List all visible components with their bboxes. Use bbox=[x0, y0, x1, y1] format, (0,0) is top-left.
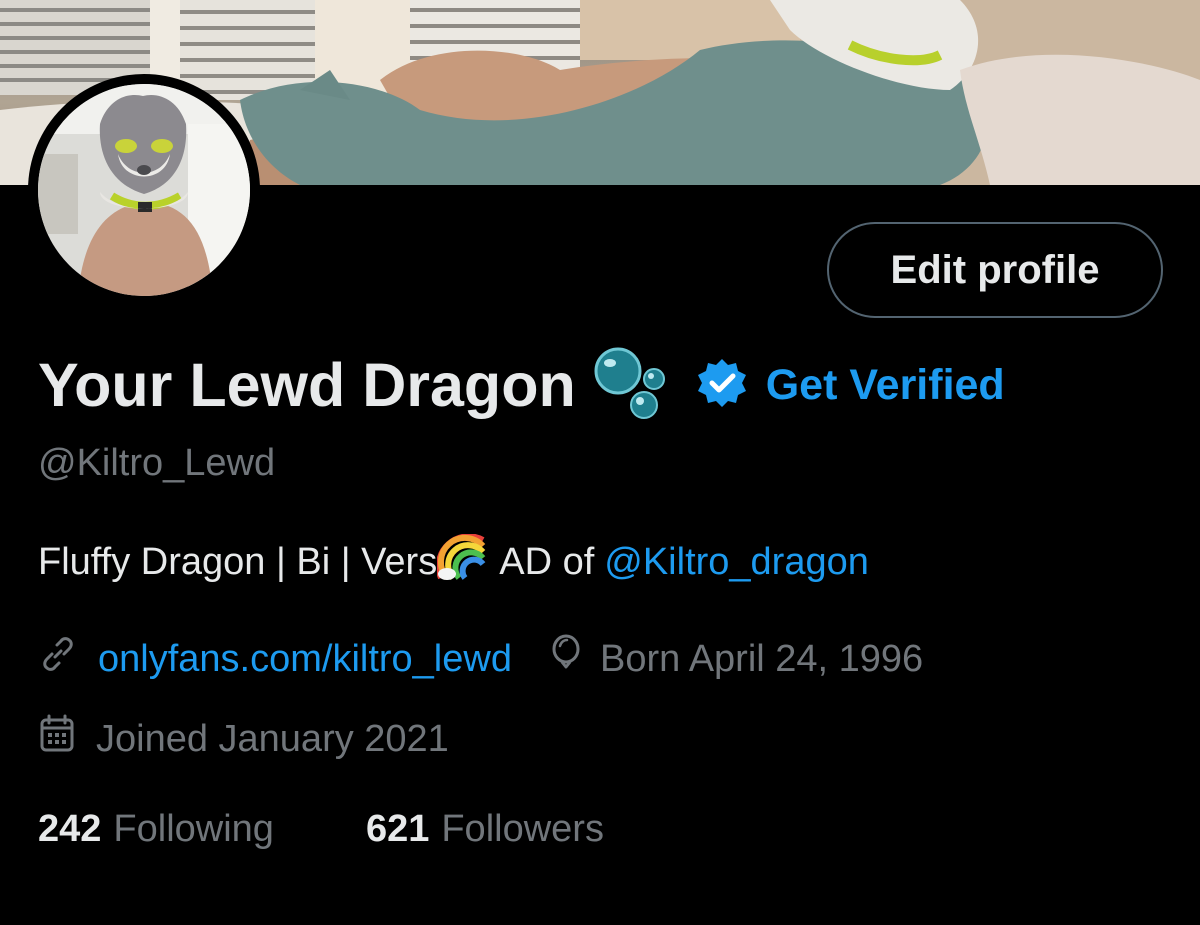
bio: Fluffy Dragon | Bi | Vers AD of @Kiltro_… bbox=[38, 533, 869, 590]
following-link[interactable]: 242 Following bbox=[38, 808, 274, 851]
followers-count: 621 bbox=[365, 808, 430, 850]
rainbow-icon bbox=[435, 533, 487, 590]
edit-profile-button[interactable]: Edit profile bbox=[827, 222, 1163, 318]
get-verified-link[interactable]: Get Verified bbox=[766, 361, 1005, 410]
followers-label: Followers bbox=[441, 808, 604, 850]
bio-text-continued: AD of bbox=[499, 540, 595, 583]
bio-mention-link[interactable]: @Kiltro_dragon bbox=[604, 541, 869, 584]
name-row: Your Lewd Dragon Get Verified bbox=[38, 345, 1005, 425]
calendar-icon bbox=[38, 714, 76, 764]
verified-badge-icon[interactable] bbox=[696, 357, 748, 414]
bio-text: Fluffy Dragon | Bi | Vers bbox=[38, 540, 438, 583]
profile-meta-row: onlyfans.com/kiltro_lewd Born April 24, … bbox=[38, 634, 923, 684]
follow-stats: 242 Following 621 Followers bbox=[38, 808, 604, 851]
birthday-text: Born April 24, 1996 bbox=[599, 637, 924, 680]
following-label: Following bbox=[113, 808, 274, 850]
website-link[interactable]: onlyfans.com/kiltro_lewd bbox=[98, 638, 512, 681]
joined-date-text: Joined January 2021 bbox=[96, 717, 449, 760]
following-count: 242 bbox=[38, 808, 102, 850]
profile-meta-row-joined: Joined January 2021 bbox=[38, 714, 449, 764]
followers-link[interactable]: 621 Followers bbox=[366, 808, 604, 851]
display-name: Your Lewd Dragon bbox=[38, 351, 576, 419]
avatar[interactable] bbox=[28, 74, 260, 306]
balloon-icon bbox=[550, 634, 582, 684]
username-handle: @Kiltro_Lewd bbox=[38, 442, 276, 484]
bubbles-icon bbox=[592, 345, 666, 426]
link-icon bbox=[38, 634, 78, 684]
